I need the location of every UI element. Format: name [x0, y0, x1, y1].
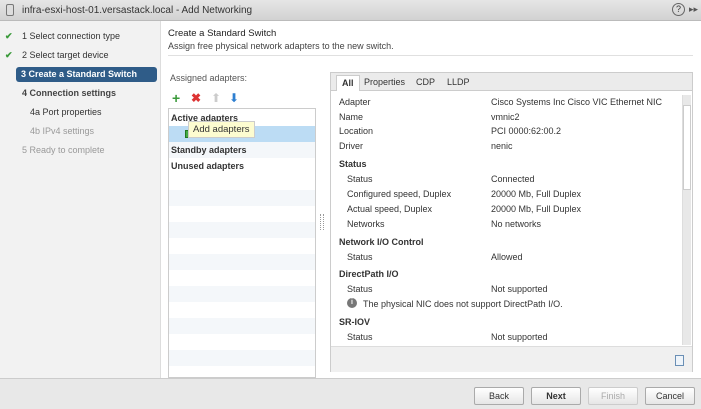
section-directpath-io: DirectPath I/O: [339, 269, 399, 279]
remove-icon[interactable]: ✖: [191, 92, 201, 104]
tab-lldp[interactable]: LLDP: [442, 75, 475, 91]
copy-icon[interactable]: [675, 355, 684, 366]
name-value: vmnic2: [491, 112, 520, 122]
wizard-steps: ✔ 1 Select connection type ✔ 2 Select targ…: [0, 21, 161, 378]
step-label: 1 Select connection type: [22, 31, 121, 41]
section-status: Status: [339, 159, 367, 169]
add-icon[interactable]: +: [172, 91, 180, 105]
scrollbar[interactable]: [682, 95, 691, 345]
networks-value: No networks: [491, 219, 542, 229]
section-network-io-control: Network I/O Control: [339, 237, 424, 247]
step-select-connection-type[interactable]: ✔ 1 Select connection type: [0, 29, 161, 44]
step-create-standard-switch[interactable]: 3 Create a Standard Switch: [16, 67, 157, 82]
help-icon[interactable]: ?: [672, 3, 685, 16]
check-icon: ✔: [5, 31, 13, 41]
next-button[interactable]: Next: [531, 387, 581, 405]
location-value: PCI 0000:62:00.2: [491, 126, 562, 136]
step-label: 5 Ready to complete: [22, 145, 105, 155]
label: Networks: [347, 219, 385, 229]
group-unused-adapters: Unused adapters: [171, 161, 245, 171]
label: Driver: [339, 141, 363, 151]
expand-icon[interactable]: ▸▸: [689, 4, 698, 15]
section-sr-iov: SR-IOV: [339, 317, 371, 327]
page-title: Create a Standard Switch: [168, 28, 277, 39]
step-ipv4-settings: 4b IPv4 settings: [0, 124, 161, 139]
directpath-info: The physical NIC does not support Direct…: [363, 299, 563, 309]
tab-all[interactable]: All: [336, 75, 360, 91]
finish-button: Finish: [588, 387, 638, 405]
info-icon: i: [347, 298, 357, 308]
step-label: 4a Port properties: [30, 107, 102, 117]
cancel-button[interactable]: Cancel: [645, 387, 695, 405]
directpath-status-value: Not supported: [491, 284, 548, 294]
step-select-target-device[interactable]: ✔ 2 Select target device: [0, 48, 161, 63]
label: Status: [347, 284, 373, 294]
move-down-icon[interactable]: ⬇: [229, 92, 239, 104]
adapter-value: Cisco Systems Inc Cisco VIC Ethernet NIC: [491, 97, 663, 107]
tooltip: Add adapters: [188, 121, 255, 138]
status-value: Connected: [491, 174, 535, 184]
configured-speed-value: 20000 Mb, Full Duplex: [491, 189, 582, 199]
check-icon: ✔: [5, 50, 13, 60]
divider: [168, 55, 693, 56]
move-up-icon: ⬆: [211, 91, 222, 105]
tab-cdp[interactable]: CDP: [411, 75, 440, 91]
page-subtitle: Assign free physical network adapters to…: [168, 41, 394, 51]
step-port-properties[interactable]: 4a Port properties: [0, 105, 161, 120]
assigned-adapters-label: Assigned adapters:: [170, 73, 248, 83]
wizard-footer: Back Next Finish Cancel: [0, 378, 701, 409]
adapter-details-panel: All Properties CDP LLDP Adapter Cisco Sys…: [330, 72, 693, 372]
label: Status: [347, 332, 373, 342]
label: Configured speed, Duplex: [347, 189, 452, 199]
label: Status: [347, 174, 373, 184]
step-connection-settings[interactable]: 4 Connection settings: [0, 86, 161, 101]
window-title: infra-esxi-host-01.versastack.local - Ad…: [22, 5, 253, 16]
step-label: 4b IPv4 settings: [30, 126, 95, 136]
title-bar: infra-esxi-host-01.versastack.local - Ad…: [0, 0, 701, 21]
label: Actual speed, Duplex: [347, 204, 433, 214]
details-footer: [331, 346, 692, 372]
group-standby-adapters: Standby adapters: [169, 142, 315, 158]
sriov-status-value: Not supported: [491, 332, 548, 342]
label: Adapter: [339, 97, 371, 107]
label: Name: [339, 112, 364, 122]
splitter-handle[interactable]: [320, 214, 324, 230]
label: Location: [339, 126, 374, 136]
step-label: 2 Select target device: [22, 50, 109, 60]
label: Status: [347, 252, 373, 262]
step-label: 4 Connection settings: [22, 88, 117, 98]
driver-value: nenic: [491, 141, 513, 151]
actual-speed-value: 20000 Mb, Full Duplex: [491, 204, 582, 214]
nioc-status-value: Allowed: [491, 252, 523, 262]
scrollbar-thumb[interactable]: [683, 105, 691, 190]
step-label: 3 Create a Standard Switch: [21, 69, 138, 79]
host-icon: [6, 4, 14, 16]
details-tabs: All Properties CDP LLDP: [331, 73, 692, 91]
step-ready-to-complete: 5 Ready to complete: [0, 143, 161, 158]
back-button[interactable]: Back: [474, 387, 524, 405]
adapter-list: Active adapters Standby adapters Unused …: [168, 108, 316, 378]
tab-properties[interactable]: Properties: [359, 75, 410, 91]
